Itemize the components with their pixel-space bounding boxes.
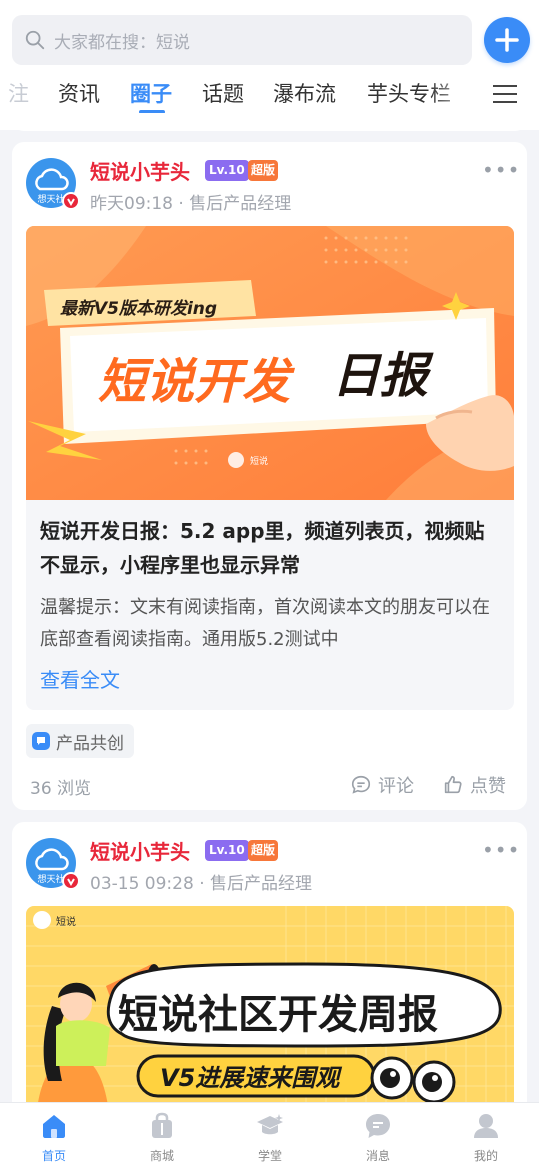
post-card[interactable]: 想天社 短说小芋头 Lv.10 超版 昨天09:18 · 售后产品经理 ••• … <box>12 142 527 810</box>
nav-messages[interactable]: 消息 <box>338 1111 418 1164</box>
banner-headline-a: 短说开发 <box>98 354 296 410</box>
tabs-fade <box>430 72 480 114</box>
topic-chat-icon <box>32 732 50 750</box>
more-options-icon[interactable]: ••• <box>482 158 520 182</box>
banner-subline: V5进展速来围观 <box>160 1064 342 1092</box>
level-badge: Lv.10 <box>205 160 249 181</box>
verified-badge-icon <box>62 192 80 210</box>
level-badge: Lv.10 <box>205 840 249 861</box>
nav-home[interactable]: 首页 <box>14 1111 94 1164</box>
graduation-cap-icon <box>257 1114 283 1135</box>
channel-tabs: 注 资讯 圈子 话题 瀑布流 芋头专栏 <box>0 72 539 114</box>
tab-topics[interactable]: 话题 <box>202 78 244 108</box>
nav-label: 我的 <box>473 1149 498 1163</box>
thumbs-up-icon <box>444 775 462 794</box>
comment-label: 评论 <box>378 776 414 797</box>
nav-profile[interactable]: 我的 <box>446 1111 526 1164</box>
search-box[interactable]: 大家都在搜：短说 <box>12 15 472 65</box>
previous-card-edge <box>12 113 527 131</box>
user-icon <box>474 1114 498 1138</box>
nav-academy[interactable]: 学堂 <box>230 1111 310 1164</box>
view-count: 36 浏览 <box>30 779 92 799</box>
post-meta: 昨天09:18 · 售后产品经理 <box>90 194 292 214</box>
post-content[interactable]: 最新V5版本研发ing 短说开发 日报 短说 短说开发日报：5.2 app里，频… <box>26 226 514 710</box>
like-button[interactable]: 点赞 <box>442 772 506 798</box>
banner-headline-b: 日报 <box>332 348 434 404</box>
tab-waterfall[interactable]: 瀑布流 <box>273 78 336 108</box>
role-badge: 超版 <box>248 840 279 861</box>
post-card[interactable]: 想天社 短说小芋头 Lv.10 超版 03-15 09:28 · 售后产品经理 … <box>12 822 527 1122</box>
avatar[interactable]: 想天社 <box>26 838 80 890</box>
banner-kicker: 最新V5版本研发ing <box>60 299 217 319</box>
post-meta: 03-15 09:28 · 售后产品经理 <box>90 874 313 894</box>
like-label: 点赞 <box>470 776 506 797</box>
top-bar: 大家都在搜：短说 注 资讯 圈子 话题 瀑布流 芋头专栏 <box>0 0 539 130</box>
menu-icon[interactable] <box>492 84 518 104</box>
topic-label: 产品共创 <box>56 733 124 754</box>
more-options-icon[interactable]: ••• <box>482 838 520 862</box>
nav-label: 消息 <box>365 1149 390 1163</box>
avatar[interactable]: 想天社 <box>26 158 80 210</box>
message-icon <box>366 1114 390 1138</box>
post-title[interactable]: 短说开发日报：5.2 app里，频道列表页，视频贴不显示，小程序里也显示异常 <box>40 514 502 582</box>
tab-news[interactable]: 资讯 <box>58 78 100 108</box>
search-placeholder: 大家都在搜：短说 <box>54 32 190 53</box>
comment-icon <box>351 775 371 794</box>
search-icon <box>25 30 45 50</box>
shop-bag-icon <box>152 1112 172 1138</box>
create-post-button[interactable] <box>484 17 530 63</box>
post-banner-image: 短说 短说社区开发周报 V5进展速来围观 <box>26 906 514 1122</box>
comment-button[interactable]: 评论 <box>350 772 414 798</box>
role-badge: 超版 <box>248 160 279 181</box>
plus-icon <box>495 28 519 52</box>
topic-tag[interactable]: 产品共创 <box>26 724 134 758</box>
post-excerpt: 温馨提示：文末有阅读指南，首次阅读本文的朋友可以在底部查看阅读指南。通用版5.2… <box>40 597 490 650</box>
author-name[interactable]: 短说小芋头 <box>90 836 190 865</box>
author-name[interactable]: 短说小芋头 <box>90 156 190 185</box>
banner-headline: 短说社区开发周报 <box>118 992 438 1038</box>
read-more-link[interactable]: 查看全文 <box>40 664 120 693</box>
banner-brand: 短说 <box>250 455 268 467</box>
home-icon <box>43 1115 65 1138</box>
post-content[interactable]: 短说 短说社区开发周报 V5进展速来围观 <box>26 906 514 1122</box>
banner-brand: 短说 <box>56 915 76 928</box>
nav-label: 商城 <box>149 1149 174 1163</box>
verified-badge-icon <box>62 872 80 890</box>
post-banner-image: 最新V5版本研发ing 短说开发 日报 短说 <box>26 226 514 500</box>
nav-label: 首页 <box>41 1149 66 1163</box>
nav-shop[interactable]: 商城 <box>122 1111 202 1164</box>
nav-label: 学堂 <box>257 1149 282 1163</box>
tab-circle[interactable]: 圈子 <box>130 78 172 108</box>
bottom-navigation: 首页 商城 学堂 消息 我的 <box>0 1102 539 1166</box>
tab-follow[interactable]: 注 <box>8 78 29 108</box>
